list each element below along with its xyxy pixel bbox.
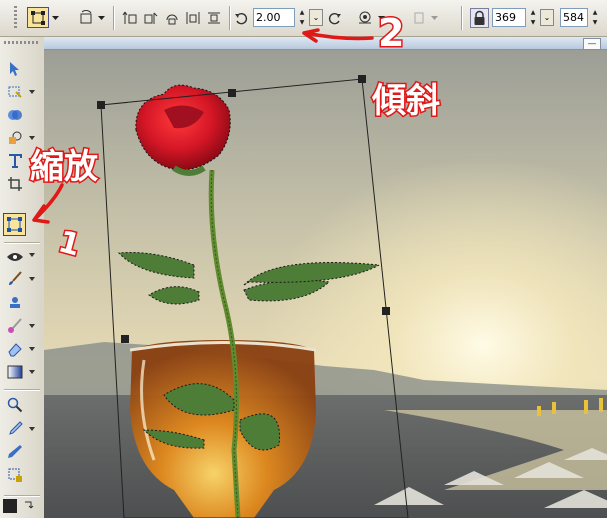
arrow-to-angle-field (302, 28, 374, 43)
annotation-overlay: 2 傾斜 縮放 1 (29, 10, 442, 266)
annotation-number-one: 1 (55, 224, 84, 263)
annotation-scale-label: 縮放 (30, 147, 98, 187)
arrow-to-transform-tool (32, 183, 64, 224)
annotation-number-two: 2 (378, 11, 404, 55)
annotation-skew-label: 傾斜 (371, 81, 440, 121)
